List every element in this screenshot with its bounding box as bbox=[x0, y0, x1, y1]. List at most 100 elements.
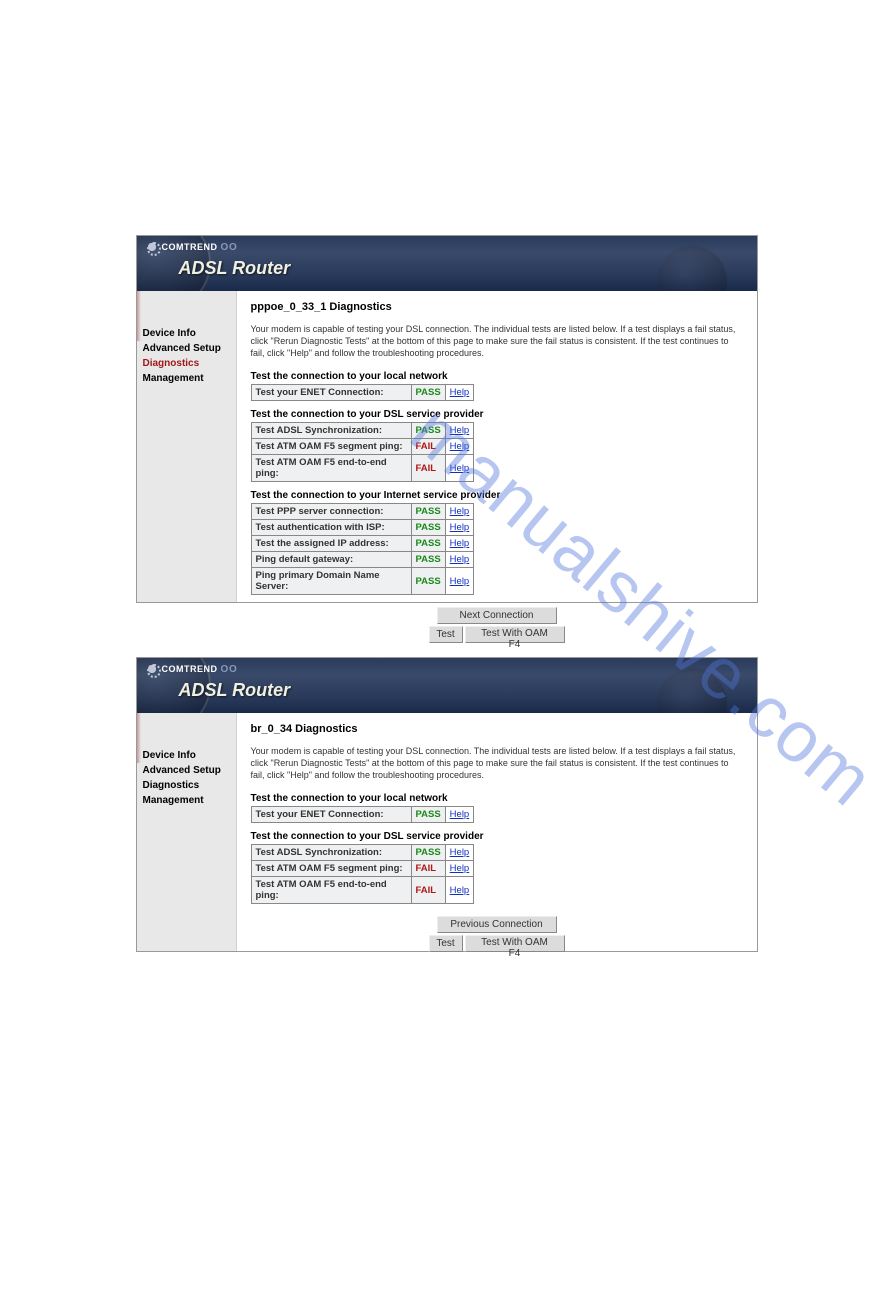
help-link[interactable]: Help bbox=[450, 885, 470, 896]
help-link[interactable]: Help bbox=[450, 463, 470, 474]
brand-suffix: O O bbox=[221, 242, 236, 253]
nav-advanced-setup[interactable]: Advanced Setup bbox=[143, 341, 230, 356]
nav-management[interactable]: Management bbox=[143, 793, 230, 808]
intro-text: Your modem is capable of testing your DS… bbox=[251, 745, 743, 781]
table-dsl: Test ADSL Synchronization: PASS Help Tes… bbox=[251, 844, 475, 904]
test-status: FAIL bbox=[411, 455, 445, 482]
section-dsl: Test the connection to your DSL service … bbox=[251, 409, 743, 420]
test-button[interactable]: Test bbox=[429, 626, 463, 643]
section-dsl: Test the connection to your DSL service … bbox=[251, 831, 743, 842]
test-label: Test your ENET Connection: bbox=[251, 385, 411, 401]
test-status: PASS bbox=[411, 807, 445, 823]
table-row: Test PPP server connection: PASS Help bbox=[251, 504, 474, 520]
test-status: FAIL bbox=[411, 877, 445, 904]
sidebar-accent bbox=[137, 713, 141, 763]
test-status: PASS bbox=[411, 423, 445, 439]
test-label: Test ADSL Synchronization: bbox=[251, 423, 411, 439]
brand-suffix: O O bbox=[221, 664, 236, 675]
table-row: Ping default gateway: PASS Help bbox=[251, 552, 474, 568]
gear-icon bbox=[145, 662, 159, 676]
nav-advanced-setup[interactable]: Advanced Setup bbox=[143, 763, 230, 778]
brand-title: ADSL Router bbox=[179, 680, 291, 701]
table-row: Test authentication with ISP: PASS Help bbox=[251, 520, 474, 536]
table-isp: Test PPP server connection: PASS Help Te… bbox=[251, 503, 475, 595]
help-link[interactable]: Help bbox=[450, 441, 470, 452]
test-status: PASS bbox=[411, 520, 445, 536]
main-content: br_0_34 Diagnostics Your modem is capabl… bbox=[237, 713, 757, 951]
nav-device-info[interactable]: Device Info bbox=[143, 326, 230, 341]
brand-logo: COMTREND O O bbox=[145, 240, 236, 254]
test-label: Test your ENET Connection: bbox=[251, 807, 411, 823]
sidebar-nav: Device Info Advanced Setup Diagnostics M… bbox=[137, 713, 237, 951]
brand-title: ADSL Router bbox=[179, 258, 291, 279]
table-local: Test your ENET Connection: PASS Help bbox=[251, 384, 475, 401]
help-link[interactable]: Help bbox=[450, 506, 470, 517]
panel-header: COMTREND O O ADSL Router bbox=[137, 658, 757, 713]
test-label: Test ADSL Synchronization: bbox=[251, 845, 411, 861]
table-row: Test your ENET Connection: PASS Help bbox=[251, 807, 474, 823]
section-local: Test the connection to your local networ… bbox=[251, 793, 743, 804]
test-status: PASS bbox=[411, 845, 445, 861]
table-row: Test ATM OAM F5 end-to-end ping: FAIL He… bbox=[251, 877, 474, 904]
test-label: Ping primary Domain Name Server: bbox=[251, 568, 411, 595]
main-content: pppoe_0_33_1 Diagnostics Your modem is c… bbox=[237, 291, 757, 602]
test-label: Ping default gateway: bbox=[251, 552, 411, 568]
nav-diagnostics[interactable]: Diagnostics bbox=[143, 356, 230, 371]
test-label: Test authentication with ISP: bbox=[251, 520, 411, 536]
page-title: br_0_34 Diagnostics bbox=[251, 723, 743, 735]
router-panel-pppoe: COMTREND O O ADSL Router Device Info Adv… bbox=[136, 235, 758, 603]
help-link[interactable]: Help bbox=[450, 387, 470, 398]
sidebar-accent bbox=[137, 291, 141, 341]
test-status: PASS bbox=[411, 504, 445, 520]
help-link[interactable]: Help bbox=[450, 425, 470, 436]
table-row: Test your ENET Connection: PASS Help bbox=[251, 385, 474, 401]
nav-device-info[interactable]: Device Info bbox=[143, 748, 230, 763]
table-row: Test ATM OAM F5 segment ping: FAIL Help bbox=[251, 439, 474, 455]
nav-diagnostics[interactable]: Diagnostics bbox=[143, 778, 230, 793]
test-label: Test ATM OAM F5 end-to-end ping: bbox=[251, 877, 411, 904]
button-row: Next Connection Test Test With OAM F4 bbox=[251, 607, 743, 643]
test-status: FAIL bbox=[411, 439, 445, 455]
previous-connection-button[interactable]: Previous Connection bbox=[437, 916, 557, 933]
brand-logo: COMTREND O O bbox=[145, 662, 236, 676]
test-oam-f4-button[interactable]: Test With OAM F4 bbox=[465, 935, 565, 952]
table-row: Test ADSL Synchronization: PASS Help bbox=[251, 423, 474, 439]
table-local: Test your ENET Connection: PASS Help bbox=[251, 806, 475, 823]
button-row: Previous Connection Test Test With OAM F… bbox=[251, 916, 743, 952]
help-link[interactable]: Help bbox=[450, 538, 470, 549]
test-status: PASS bbox=[411, 385, 445, 401]
help-link[interactable]: Help bbox=[450, 863, 470, 874]
help-link[interactable]: Help bbox=[450, 522, 470, 533]
test-button[interactable]: Test bbox=[429, 935, 463, 952]
nav-management[interactable]: Management bbox=[143, 371, 230, 386]
panel-header: COMTREND O O ADSL Router bbox=[137, 236, 757, 291]
test-status: PASS bbox=[411, 536, 445, 552]
help-link[interactable]: Help bbox=[450, 554, 470, 565]
test-label: Test ATM OAM F5 segment ping: bbox=[251, 439, 411, 455]
section-local: Test the connection to your local networ… bbox=[251, 371, 743, 382]
sidebar-nav: Device Info Advanced Setup Diagnostics M… bbox=[137, 291, 237, 602]
test-label: Test ATM OAM F5 segment ping: bbox=[251, 861, 411, 877]
test-status: PASS bbox=[411, 552, 445, 568]
test-label: Test ATM OAM F5 end-to-end ping: bbox=[251, 455, 411, 482]
test-label: Test the assigned IP address: bbox=[251, 536, 411, 552]
table-row: Test ADSL Synchronization: PASS Help bbox=[251, 845, 474, 861]
table-row: Test ATM OAM F5 segment ping: FAIL Help bbox=[251, 861, 474, 877]
brand-name: COMTREND bbox=[162, 664, 218, 674]
brand-name: COMTREND bbox=[162, 242, 218, 252]
table-row: Test ATM OAM F5 end-to-end ping: FAIL He… bbox=[251, 455, 474, 482]
test-status: FAIL bbox=[411, 861, 445, 877]
help-link[interactable]: Help bbox=[450, 847, 470, 858]
test-label: Test PPP server connection: bbox=[251, 504, 411, 520]
page-title: pppoe_0_33_1 Diagnostics bbox=[251, 301, 743, 313]
table-dsl: Test ADSL Synchronization: PASS Help Tes… bbox=[251, 422, 475, 482]
next-connection-button[interactable]: Next Connection bbox=[437, 607, 557, 624]
router-panel-br: COMTREND O O ADSL Router Device Info Adv… bbox=[136, 657, 758, 952]
table-row: Test the assigned IP address: PASS Help bbox=[251, 536, 474, 552]
help-link[interactable]: Help bbox=[450, 576, 470, 587]
test-oam-f4-button[interactable]: Test With OAM F4 bbox=[465, 626, 565, 643]
section-isp: Test the connection to your Internet ser… bbox=[251, 490, 743, 501]
help-link[interactable]: Help bbox=[450, 809, 470, 820]
intro-text: Your modem is capable of testing your DS… bbox=[251, 323, 743, 359]
test-status: PASS bbox=[411, 568, 445, 595]
